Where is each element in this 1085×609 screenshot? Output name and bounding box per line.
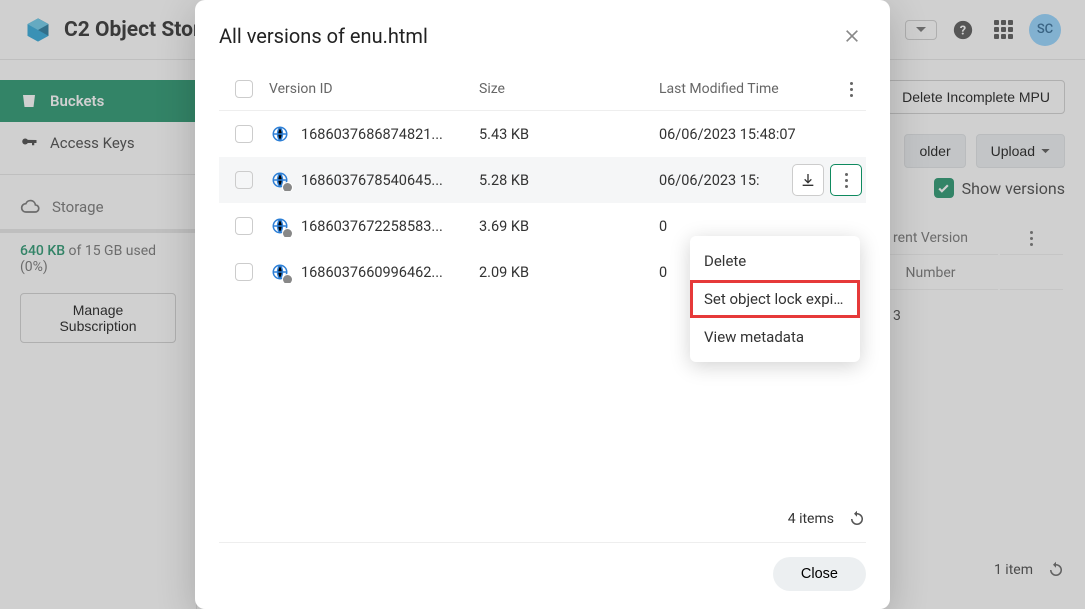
table-header: Version ID Size Last Modified Time [219,68,866,111]
select-all-checkbox[interactable] [235,80,253,98]
modal-title: All versions of enu.html [219,24,428,48]
table-row[interactable]: 1686037678540645... 5.28 KB 06/06/2023 1… [219,157,866,203]
row-checkbox[interactable] [235,263,253,281]
context-menu: Delete Set object lock expi… View metada… [690,236,860,362]
row-checkbox[interactable] [235,125,253,143]
row-checkbox[interactable] [235,217,253,235]
file-icon [269,123,291,145]
file-version-icon [269,261,291,283]
row-checkbox[interactable] [235,171,253,189]
download-button[interactable] [792,164,824,196]
row-more-button[interactable] [830,164,862,196]
table-row[interactable]: 1686037686874821... 5.43 KB 06/06/2023 1… [219,111,866,157]
close-button[interactable]: Close [773,557,866,591]
versions-modal: All versions of enu.html Version ID Size… [195,0,890,609]
close-icon[interactable] [838,22,866,50]
item-count: 4 items [788,511,834,527]
menu-set-object-lock[interactable]: Set object lock expi… [690,280,860,318]
columns-more-icon[interactable] [850,82,853,97]
file-version-icon [269,169,291,191]
refresh-icon[interactable] [848,510,866,528]
menu-view-metadata[interactable]: View metadata [690,318,860,356]
file-version-icon [269,215,291,237]
menu-delete[interactable]: Delete [690,242,860,280]
